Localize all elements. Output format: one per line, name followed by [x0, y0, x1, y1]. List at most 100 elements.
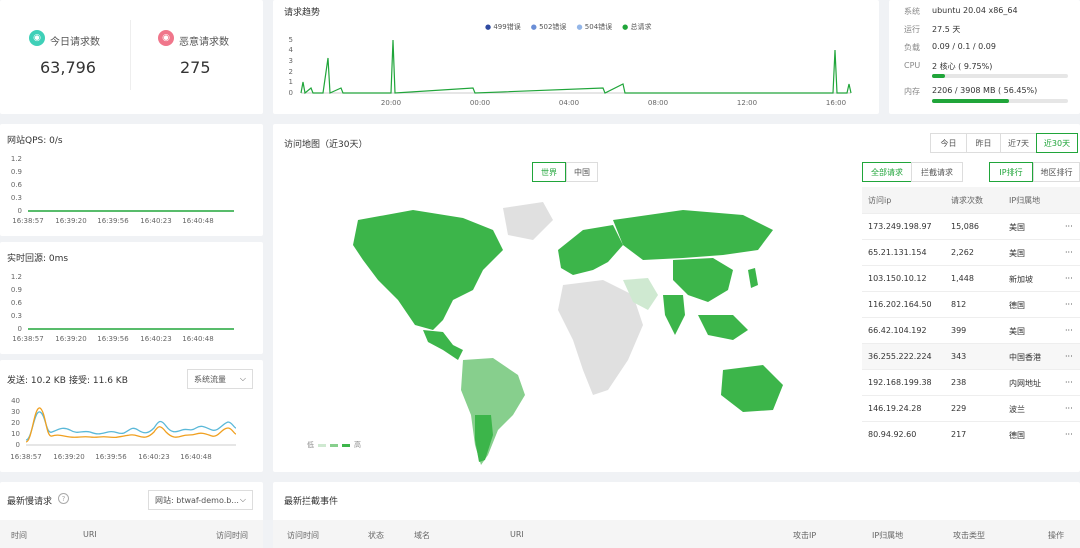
more-button[interactable]: ··· — [1065, 378, 1073, 387]
y-tick: 0 — [289, 89, 293, 97]
eye-icon: ◉ — [29, 30, 45, 46]
map-legend: 低 高 — [307, 440, 361, 450]
table-row: 80.94.92.60 217 德国 ··· — [862, 421, 1080, 447]
range-yesterday-button[interactable]: 昨日 — [966, 133, 1001, 153]
mem-label: 内存 — [904, 87, 920, 96]
th-uri: URI — [83, 530, 97, 539]
x-tick: 16:39:56 — [97, 217, 129, 225]
mem-bar — [932, 99, 1068, 103]
ip-cell: 36.255.222.224 — [868, 352, 932, 361]
latency-card: 实时回源: 0ms 1.2 0.9 0.6 0.3 0 16:38:57 16:… — [0, 242, 263, 354]
count-cell: 229 — [951, 404, 967, 413]
os-value: ubuntu 20.04 x86_64 — [932, 6, 1018, 15]
y-tick: 0.3 — [11, 194, 22, 202]
send-series-line — [25, 407, 237, 443]
count-cell: 238 — [951, 378, 967, 387]
y-tick: 2 — [289, 68, 293, 76]
x-tick: 16:38:57 — [12, 217, 43, 225]
more-button[interactable]: ··· — [1065, 222, 1073, 231]
north-america — [353, 210, 503, 330]
x-tick: 16:40:48 — [180, 453, 211, 461]
th-count: 请求次数 — [951, 196, 983, 205]
x-tick: 04:00 — [559, 99, 579, 107]
th-actions: 操作 — [1048, 531, 1064, 540]
x-tick: 16:38:57 — [10, 453, 41, 461]
more-button[interactable]: ··· — [1065, 352, 1073, 361]
y-tick: 0.3 — [11, 312, 22, 320]
range-today-button[interactable]: 今日 — [930, 133, 967, 153]
x-tick: 16:00 — [826, 99, 846, 107]
y-tick: 10 — [11, 430, 20, 438]
cpu-value: 2 核心 ( 9.75%) — [932, 62, 993, 71]
more-button[interactable]: ··· — [1065, 326, 1073, 335]
malicious-requests-value: 275 — [180, 58, 211, 77]
intercept-title: 最新拦截事件 — [284, 497, 339, 507]
slow-table-header: 时间 URI 访问时间 — [0, 520, 263, 548]
x-tick: 20:00 — [381, 99, 401, 107]
location-cell: 美国 — [1009, 327, 1025, 336]
table-row: 116.202.164.50 812 德国 ··· — [862, 291, 1080, 317]
y-tick: 0.6 — [11, 299, 23, 307]
mem-bar-fill — [932, 99, 1009, 103]
more-button[interactable]: ··· — [1065, 430, 1073, 439]
th-ip: 访问ip — [868, 196, 892, 205]
count-cell: 2,262 — [951, 248, 974, 257]
help-icon[interactable]: ? — [58, 493, 69, 504]
th-attack-ip: 攻击IP — [793, 531, 817, 540]
south-america-south — [475, 415, 493, 462]
x-tick: 16:40:23 — [140, 335, 171, 343]
traffic-chart: 40 30 20 10 0 16:38:57 16:39:20 16:39:56… — [10, 397, 237, 461]
cpu-label: CPU — [904, 61, 921, 70]
y-tick: 1.2 — [11, 273, 22, 281]
location-cell: 德国 — [1009, 301, 1025, 310]
count-cell: 217 — [951, 430, 967, 439]
th-duration: 访问时间 — [216, 531, 248, 540]
ip-cell: 65.21.131.154 — [868, 248, 927, 257]
system-card: 系统 ubuntu 20.04 x86_64 运行 27.5 天 负载 0.09… — [889, 0, 1080, 114]
range-7days-button[interactable]: 近7天 — [1000, 133, 1037, 153]
th-time: 时间 — [11, 531, 27, 540]
rank-ip-button[interactable]: IP排行 — [989, 162, 1033, 182]
more-button[interactable]: ··· — [1065, 274, 1073, 283]
trend-chart: 5 4 3 2 1 0 20:00 00:00 04:00 08:00 12:0… — [289, 36, 852, 107]
range-30days-button[interactable]: 近30天 — [1036, 133, 1078, 153]
y-tick: 3 — [289, 57, 293, 65]
more-button[interactable]: ··· — [1065, 404, 1073, 413]
view-china-button[interactable]: 中国 — [566, 162, 598, 182]
th-access-time: 访问时间 — [287, 531, 319, 540]
table-row: 173.249.198.97 15,086 美国 ··· — [862, 213, 1080, 239]
trend-x-ticks: 20:00 00:00 04:00 08:00 12:00 16:00 — [381, 99, 846, 107]
location-cell: 中国香港 — [1009, 353, 1041, 362]
today-requests-value: 63,796 — [40, 58, 96, 77]
site-select[interactable]: 网站: btwaf-demo.b... ⌵ — [148, 490, 253, 510]
location-cell: 美国 — [1009, 249, 1025, 258]
x-tick: 16:40:23 — [138, 453, 169, 461]
qps-chart: 1.2 0.9 0.6 0.3 0 16:38:57 16:39:20 16:3… — [11, 155, 234, 225]
more-button[interactable]: ··· — [1065, 248, 1073, 257]
table-row: 66.42.104.192 399 美国 ··· — [862, 317, 1080, 343]
y-tick: 0.9 — [11, 168, 22, 176]
legend-low-label: 低 — [307, 441, 314, 449]
more-button[interactable]: ··· — [1065, 300, 1073, 309]
ip-table-header: 访问ip 请求次数 IP归属地 — [862, 187, 1080, 213]
y-tick: 0.9 — [11, 286, 22, 294]
y-tick: 0 — [18, 325, 22, 333]
x-tick: 00:00 — [470, 99, 490, 107]
x-tick: 16:38:57 — [12, 335, 43, 343]
th-uri: URI — [510, 530, 524, 539]
filter-blocked-button[interactable]: 拦截请求 — [911, 162, 963, 182]
legend-swatch — [342, 443, 350, 447]
ip-cell: 173.249.198.97 — [868, 222, 932, 231]
filter-all-button[interactable]: 全部请求 — [862, 162, 912, 182]
view-world-button[interactable]: 世界 — [532, 162, 566, 182]
th-location: IP归属地 — [1009, 196, 1041, 205]
mexico-central — [423, 330, 463, 360]
slow-requests-card: 最新慢请求 ? 网站: btwaf-demo.b... ⌵ 时间 URI 访问时间 — [0, 482, 263, 548]
trend-card: 请求趋势 ● 499错误 ● 502错误 ● 504错误 ● 总请求 5 4 3… — [273, 0, 879, 114]
x-tick: 08:00 — [648, 99, 668, 107]
world-map — [353, 202, 783, 465]
th-attack-type: 攻击类型 — [953, 531, 985, 540]
rank-region-button[interactable]: 地区排行 — [1033, 162, 1080, 182]
legend-swatch — [330, 443, 338, 447]
stats-card: ◉ 今日请求数 63,796 ◉ 恶意请求数 275 — [0, 0, 263, 114]
